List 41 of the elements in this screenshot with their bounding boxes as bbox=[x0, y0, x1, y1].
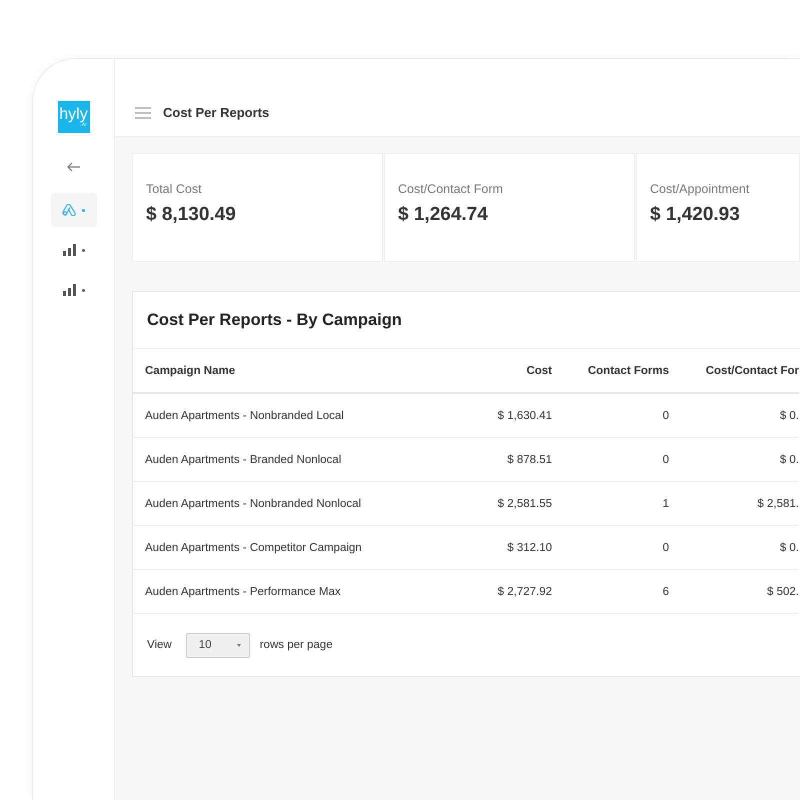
bar-chart-icon bbox=[62, 284, 76, 296]
stat-value: $ 1,264.74 bbox=[398, 204, 489, 226]
table-cell: $ 0. bbox=[681, 526, 799, 570]
table-cell: $ 2,727.92 bbox=[399, 570, 564, 614]
table-cell: Auden Apartments - Competitor Campaign bbox=[133, 526, 399, 570]
column-header[interactable]: Campaign Name bbox=[133, 349, 399, 393]
rows-per-page-label: rows per page bbox=[260, 639, 333, 651]
column-header[interactable]: Contact Forms bbox=[564, 349, 681, 393]
page-title: Cost Per Reports bbox=[163, 105, 270, 120]
column-header[interactable]: Cost/Contact For bbox=[681, 349, 799, 393]
stat-label: Total Cost bbox=[146, 182, 203, 196]
stat-label: Cost/Contact Form bbox=[398, 182, 504, 196]
view-label: View bbox=[147, 639, 172, 651]
table-cell: $ 2,581. bbox=[681, 482, 799, 526]
stat-value: $ 1,420.93 bbox=[650, 204, 741, 226]
table-cell: $ 1,630.41 bbox=[399, 393, 564, 438]
table-cell: 6 bbox=[564, 570, 681, 614]
table-cell: $ 502. bbox=[681, 570, 799, 614]
table-cell: 1 bbox=[564, 482, 681, 526]
column-header[interactable]: Cost bbox=[399, 349, 564, 393]
table-cell: Auden Apartments - Performance Max bbox=[133, 570, 399, 614]
table-cell: Auden Apartments - Nonbranded Nonlocal bbox=[133, 482, 399, 526]
table-cell: Auden Apartments - Nonbranded Local bbox=[133, 393, 399, 438]
table-cell: $ 2,581.55 bbox=[399, 482, 564, 526]
table-cell: 0 bbox=[564, 438, 681, 482]
table-title: Cost Per Reports - By Campaign bbox=[133, 292, 800, 349]
table-cell: 0 bbox=[564, 393, 681, 438]
bar-chart-icon bbox=[62, 244, 76, 256]
ads-icon bbox=[62, 204, 76, 216]
caret-icon bbox=[236, 644, 241, 646]
stat-value: $ 8,130.49 bbox=[146, 204, 237, 226]
menu-icon[interactable] bbox=[135, 106, 151, 118]
table-cell: $ 0. bbox=[681, 438, 799, 482]
rows-per-page-select[interactable]: 10 bbox=[186, 632, 250, 658]
stat-label: Cost/Appointment bbox=[650, 182, 750, 196]
back-arrow-icon[interactable] bbox=[66, 162, 80, 172]
table-cell: 0 bbox=[564, 526, 681, 570]
table-cell: $ 312.10 bbox=[399, 526, 564, 570]
table-cell: $ 878.51 bbox=[399, 438, 564, 482]
table-cell: Auden Apartments - Branded Nonlocal bbox=[133, 438, 399, 482]
table-cell: $ 0. bbox=[681, 393, 799, 438]
